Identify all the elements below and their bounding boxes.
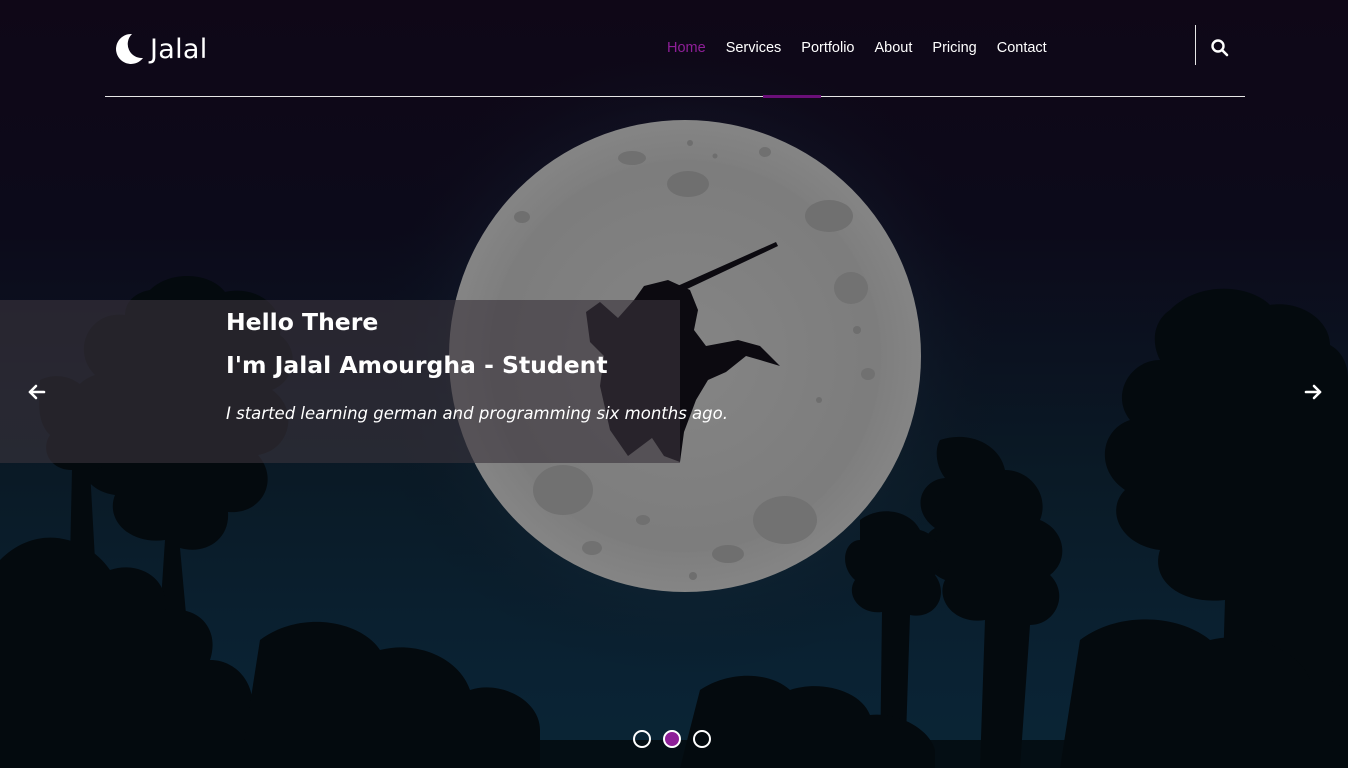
hero-carousel: Jalal Home Services Portfolio About Pric… <box>0 0 1348 768</box>
search-button[interactable] <box>1210 38 1230 58</box>
hero-description: I started learning german and programmin… <box>226 404 728 423</box>
nav-item-contact[interactable]: Contact <box>987 38 1057 58</box>
carousel-indicator-2[interactable] <box>663 730 681 748</box>
nav-item-pricing[interactable]: Pricing <box>922 38 986 58</box>
header-divider <box>105 96 1245 97</box>
carousel-prev-button[interactable] <box>26 382 48 402</box>
nav-item-home[interactable]: Home <box>657 38 716 58</box>
hero-greeting: Hello There <box>226 308 379 336</box>
brand-logo[interactable]: Jalal <box>110 31 208 67</box>
hero-headline: I'm Jalal Amourgha - Student <box>226 351 608 379</box>
carousel-next-button[interactable] <box>1302 382 1324 402</box>
carousel-indicator-1[interactable] <box>633 730 651 748</box>
nav-divider <box>1195 25 1196 65</box>
search-icon <box>1211 39 1229 57</box>
brand-name: Jalal <box>150 33 208 65</box>
carousel-indicator-3[interactable] <box>693 730 711 748</box>
arrow-right-icon <box>1304 384 1322 400</box>
crescent-moon-icon <box>116 33 143 64</box>
nav-active-indicator <box>763 95 821 98</box>
carousel-indicators <box>633 730 711 748</box>
nav-item-portfolio[interactable]: Portfolio <box>791 38 864 58</box>
main-nav: Home Services Portfolio About Pricing Co… <box>657 38 1057 58</box>
arrow-left-icon <box>28 384 46 400</box>
nav-item-about[interactable]: About <box>865 38 923 58</box>
nav-item-services[interactable]: Services <box>716 38 792 58</box>
